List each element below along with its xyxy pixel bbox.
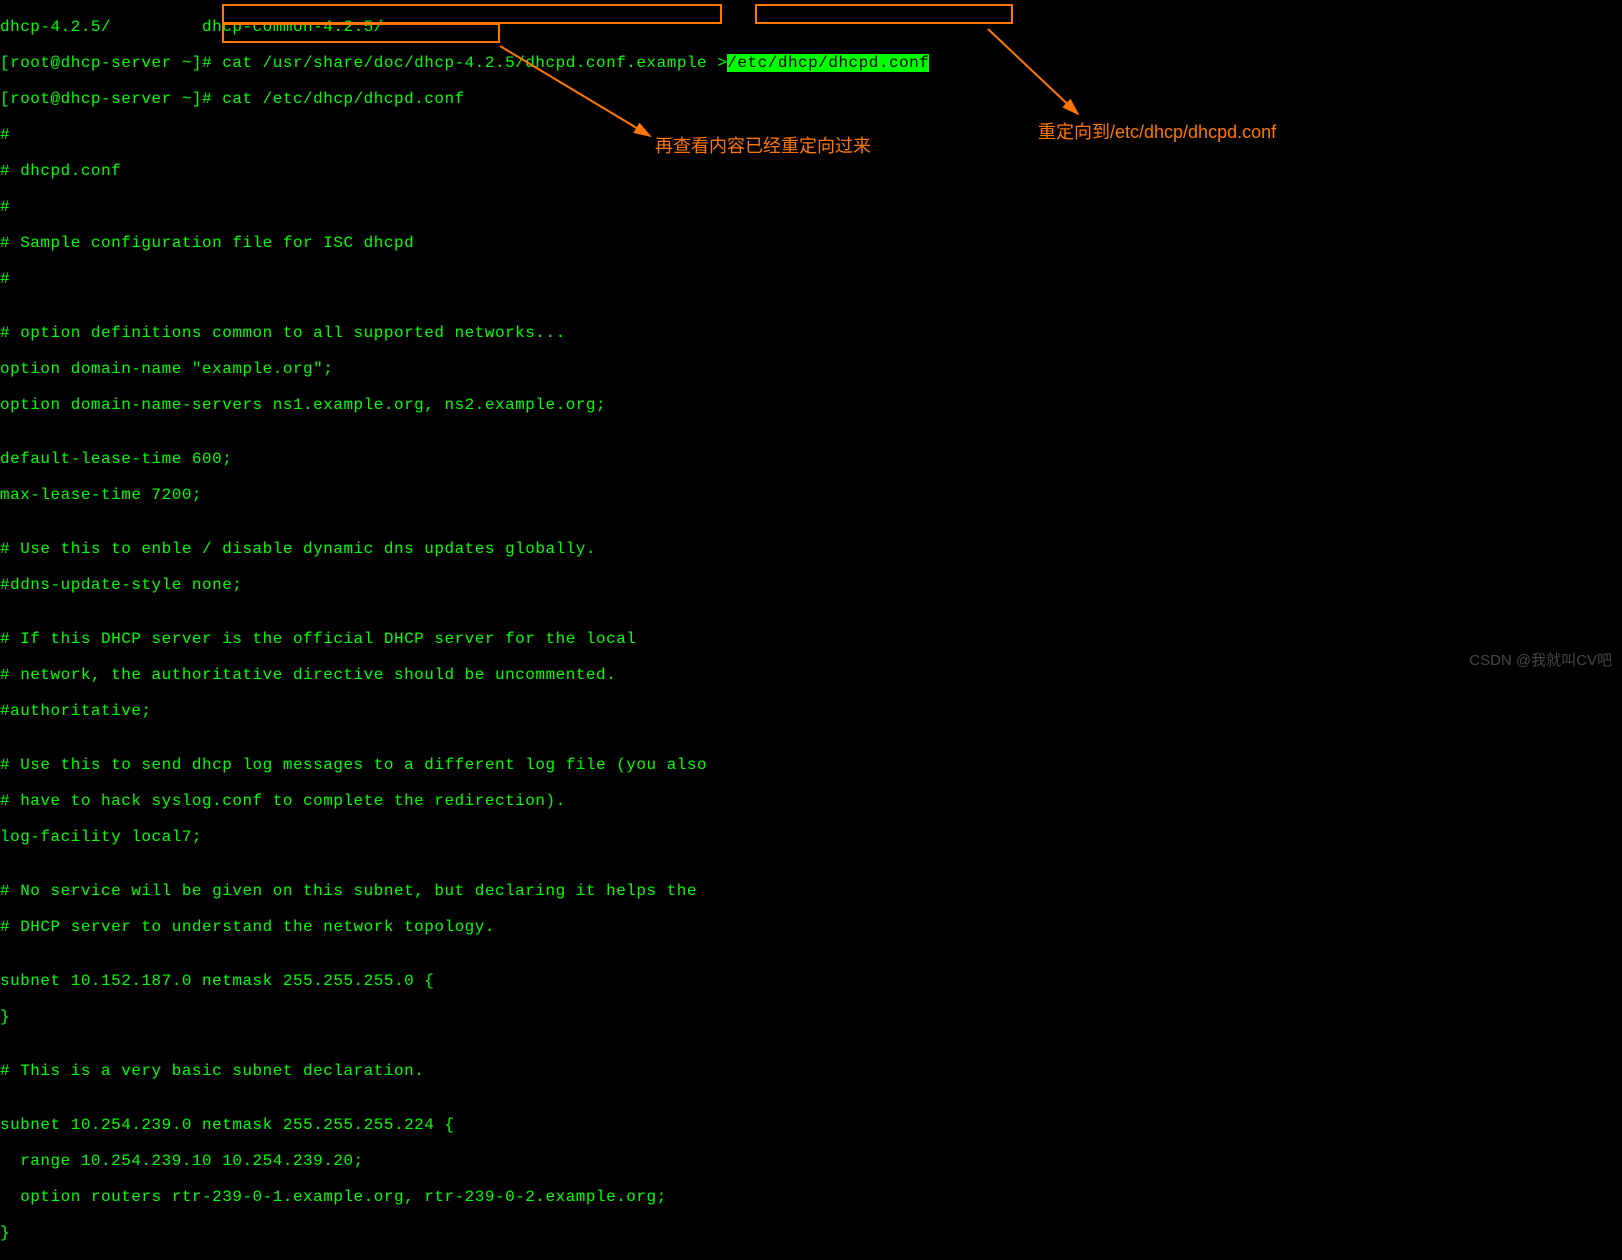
shell-prompt: [root@dhcp-server ~]#	[0, 54, 212, 72]
output-line: option domain-name-servers ns1.example.o…	[0, 396, 1622, 414]
output-line: option routers rtr-239-0-1.example.org, …	[0, 1188, 1622, 1206]
redirect-op: >	[717, 54, 727, 72]
output-line: subnet 10.152.187.0 netmask 255.255.255.…	[0, 972, 1622, 990]
output-line: # This is a very basic subnet declaratio…	[0, 1062, 1622, 1080]
watermark: CSDN @我就叫CV吧	[1469, 649, 1612, 670]
output-line: # Use this to send dhcp log messages to …	[0, 756, 1622, 774]
annotation-label: 重定向到/etc/dhcp/dhcpd.conf	[1038, 118, 1276, 144]
output-line: option domain-name "example.org";	[0, 360, 1622, 378]
output-line: # DHCP server to understand the network …	[0, 918, 1622, 936]
command-text: cat /etc/dhcp/dhcpd.conf	[212, 90, 465, 108]
output-line: range 10.254.239.10 10.254.239.20;	[0, 1152, 1622, 1170]
shell-prompt: [root@dhcp-server ~]#	[0, 90, 212, 108]
output-line: # If this DHCP server is the official DH…	[0, 630, 1622, 648]
redirect-target: /etc/dhcp/dhcpd.conf	[727, 54, 929, 72]
output-line: # No service will be given on this subne…	[0, 882, 1622, 900]
output-line: }	[0, 1224, 1622, 1242]
output-line: # Sample configuration file for ISC dhcp…	[0, 234, 1622, 252]
terminal-output[interactable]: dhcp-4.2.5/ dhcp-common-4.2.5/ [root@dhc…	[0, 0, 1622, 1260]
output-line: max-lease-time 7200;	[0, 486, 1622, 504]
annotation-label: 再查看内容已经重定向过来	[655, 132, 871, 158]
output-line: #authoritative;	[0, 702, 1622, 720]
output-line: # option definitions common to all suppo…	[0, 324, 1622, 342]
output-line: #	[0, 270, 1622, 288]
output-line: log-facility local7;	[0, 828, 1622, 846]
output-line: # Use this to enble / disable dynamic dn…	[0, 540, 1622, 558]
output-line: subnet 10.254.239.0 netmask 255.255.255.…	[0, 1116, 1622, 1134]
command-text: cat /usr/share/doc/dhcp-4.2.5/dhcpd.conf…	[212, 54, 717, 72]
output-line: dhcp-common-4.2.5/	[111, 18, 384, 36]
output-line: default-lease-time 600;	[0, 450, 1622, 468]
output-line: }	[0, 1008, 1622, 1026]
output-line: #	[0, 198, 1622, 216]
output-line: #ddns-update-style none;	[0, 576, 1622, 594]
output-line: dhcp-4.2.5/	[0, 18, 111, 36]
output-line: # network, the authoritative directive s…	[0, 666, 1622, 684]
output-line: # have to hack syslog.conf to complete t…	[0, 792, 1622, 810]
output-line: # dhcpd.conf	[0, 162, 1622, 180]
